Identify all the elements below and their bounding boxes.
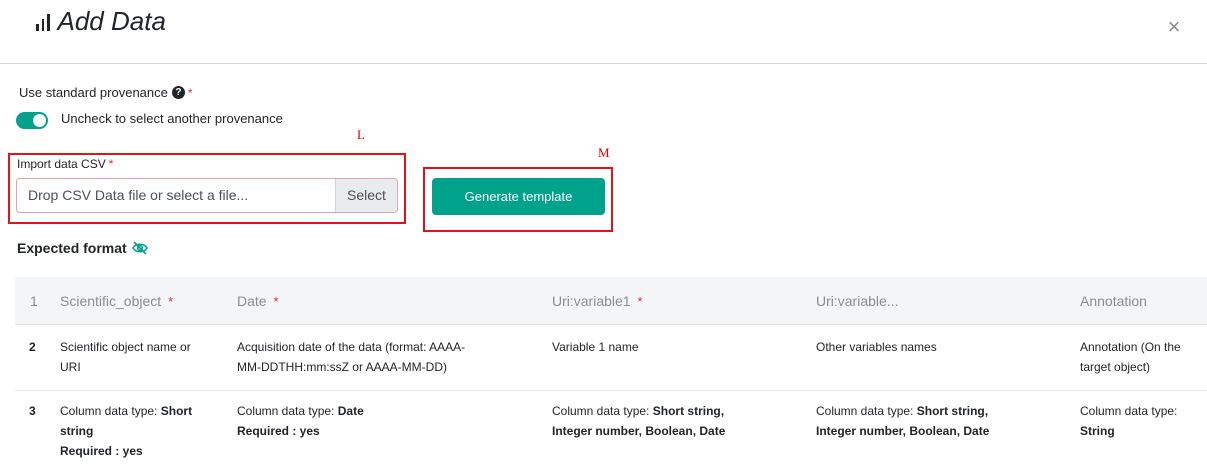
column-header-variable1: Uri:variable1 * [552,293,643,309]
column-header-annotation: Annotation [1080,293,1147,309]
modal-title: Add Data [57,6,166,36]
provenance-label-text: Use standard provenance [19,85,168,100]
table-cell: Column data type: Short string, Integer … [552,404,726,438]
column-header-variable-other: Uri:variable... [816,293,899,309]
row-divider [15,390,1207,391]
select-file-button[interactable]: Select [335,179,397,212]
csv-file-placeholder[interactable]: Drop CSV Data file or select a file... [17,179,335,212]
table-cell: Column data type: String [1080,404,1178,438]
column-header-date: Date * [237,293,279,309]
row-number: 2 [29,340,36,354]
toggle-label: Uncheck to select another provenance [61,111,283,126]
modal-title-wrap: Add Data [36,6,166,36]
table-cell: Scientific object name or URI [60,340,191,374]
required-marker: * [108,157,114,171]
modal-header: Add Data × [0,0,1207,64]
import-csv-label-text: Import data CSV [17,157,106,171]
bar-chart-icon [36,11,50,31]
eye-slash-icon[interactable] [131,241,148,255]
annotation-label-m: M [598,145,610,160]
table-cell: Variable 1 name [552,340,639,354]
csv-file-input[interactable]: Drop CSV Data file or select a file... S… [16,178,398,213]
table-header: 1 Scientific_object * Date * Uri:variabl… [15,277,1207,325]
provenance-label: Use standard provenance ? * [19,85,193,100]
required-marker: * [187,85,193,100]
row-number: 3 [29,404,36,418]
expected-format-label: Expected format [17,240,127,256]
standard-provenance-toggle[interactable] [16,112,48,129]
column-header-scientific-object: Scientific_object * [60,293,174,309]
expected-format-heading: Expected format [17,240,148,256]
column-header-index: 1 [30,293,38,309]
table-cell: Annotation (On the target object) [1080,340,1181,374]
help-icon[interactable]: ? [171,86,185,99]
annotation-label-l: L [357,127,365,142]
table-cell: Column data type: Date Required : yes [237,404,364,438]
generate-template-button[interactable]: Generate template [432,178,605,215]
table-cell: Other variables names [816,340,937,354]
close-icon[interactable]: × [1162,15,1186,39]
table-cell: Column data type: Short string, Integer … [816,404,990,438]
table-cell: Acquisition date of the data (format: AA… [237,340,466,374]
import-csv-label: Import data CSV * [17,157,113,171]
table-cell: Column data type: Short string Required … [60,404,193,458]
